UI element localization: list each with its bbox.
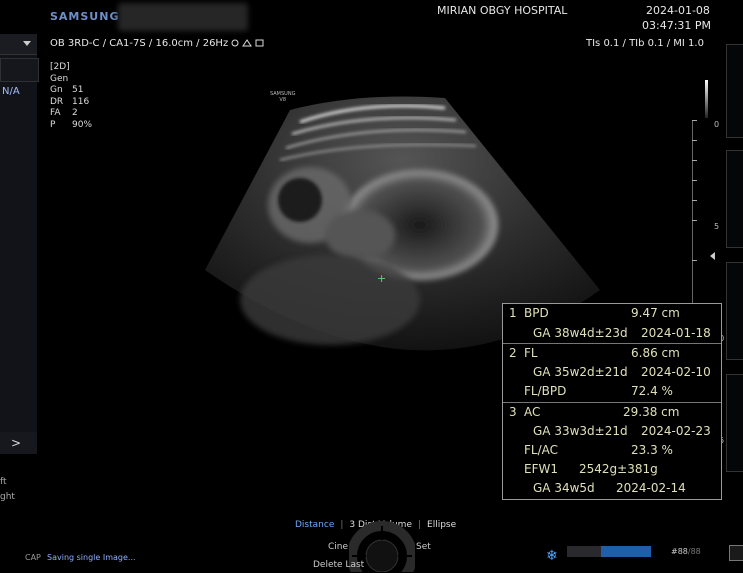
set-button[interactable]: Set <box>416 542 431 552</box>
right-edge-panel <box>726 44 743 514</box>
cine-button[interactable]: Cine <box>328 542 348 552</box>
meas-index: 3 <box>509 405 517 419</box>
efw-ga: GA 34w5d <box>533 481 595 495</box>
edge-box[interactable] <box>726 44 743 138</box>
meas-ga: GA 33w3d±21d <box>533 424 628 438</box>
scale-tick <box>692 120 697 121</box>
frame-current: #88 <box>671 547 688 556</box>
efw-name: EFW1 <box>524 462 558 476</box>
frame-total: /88 <box>687 547 701 556</box>
cap-label: CAP <box>25 553 41 562</box>
probe-tag-line: V8 <box>279 97 287 103</box>
meas-index: 2 <box>509 346 517 360</box>
meas-ratio-name: FL/BPD <box>524 384 567 398</box>
meas-index: 1 <box>509 306 517 320</box>
meas-edd: 2024-02-23 <box>641 424 711 438</box>
tool-divider: | <box>340 520 344 530</box>
frame-counter: #88/88 <box>671 547 701 556</box>
efw-edd: 2024-02-14 <box>616 481 686 495</box>
tool-ellipse[interactable]: Ellipse <box>427 520 456 530</box>
meas-ratio-name: FL/AC <box>524 443 559 457</box>
edge-box[interactable] <box>726 150 743 248</box>
meas-edd: 2024-02-10 <box>641 365 711 379</box>
probe-tag: SAMSUNG V8 <box>270 91 295 103</box>
meas-name: BPD <box>524 306 549 320</box>
tool-distance[interactable]: Distance <box>295 520 334 530</box>
freeze-snowflake-icon[interactable]: ❄ <box>546 548 558 564</box>
meas-name: AC <box>524 405 541 419</box>
cine-progress-bar[interactable] <box>567 546 651 557</box>
meas-ga: GA 35w2d±21d <box>533 365 628 379</box>
meas-value: 6.86 cm <box>631 346 680 360</box>
depth-label: 0 <box>714 120 720 129</box>
efw-value: 2542g±381g <box>579 462 658 476</box>
meas-value: 29.38 cm <box>623 405 680 419</box>
focus-marker-icon[interactable] <box>710 252 715 260</box>
scale-tick <box>692 140 697 141</box>
meas-ratio-value: 23.3 % <box>631 443 673 457</box>
meas-ratio-value: 72.4 % <box>631 384 673 398</box>
film-strip-icon[interactable] <box>729 545 743 561</box>
meas-name: FL <box>524 346 538 360</box>
depth-label: 5 <box>714 222 720 231</box>
tool-divider: | <box>417 520 422 530</box>
edge-box[interactable] <box>726 374 743 472</box>
meas-ga: GA 38w4d±23d <box>533 326 628 340</box>
meas-edd: 2024-01-18 <box>641 326 711 340</box>
meas-value: 9.47 cm <box>631 306 680 320</box>
crosshair-cursor-icon[interactable]: + <box>377 272 386 285</box>
scale-tick <box>692 200 697 201</box>
cine-progress-fill <box>600 546 651 557</box>
measurement-results: 1 BPD 9.47 cm GA 38w4d±23d 2024-01-18 2 … <box>502 303 722 500</box>
scale-tick <box>692 180 697 181</box>
status-message: Saving single Image... <box>47 553 136 562</box>
edge-box[interactable] <box>726 262 743 360</box>
delete-last-button[interactable]: Delete Last <box>313 560 364 570</box>
scale-tick <box>692 220 697 221</box>
scale-tick <box>692 160 697 161</box>
scale-tick <box>692 260 697 261</box>
grayscale-bar <box>705 80 708 118</box>
